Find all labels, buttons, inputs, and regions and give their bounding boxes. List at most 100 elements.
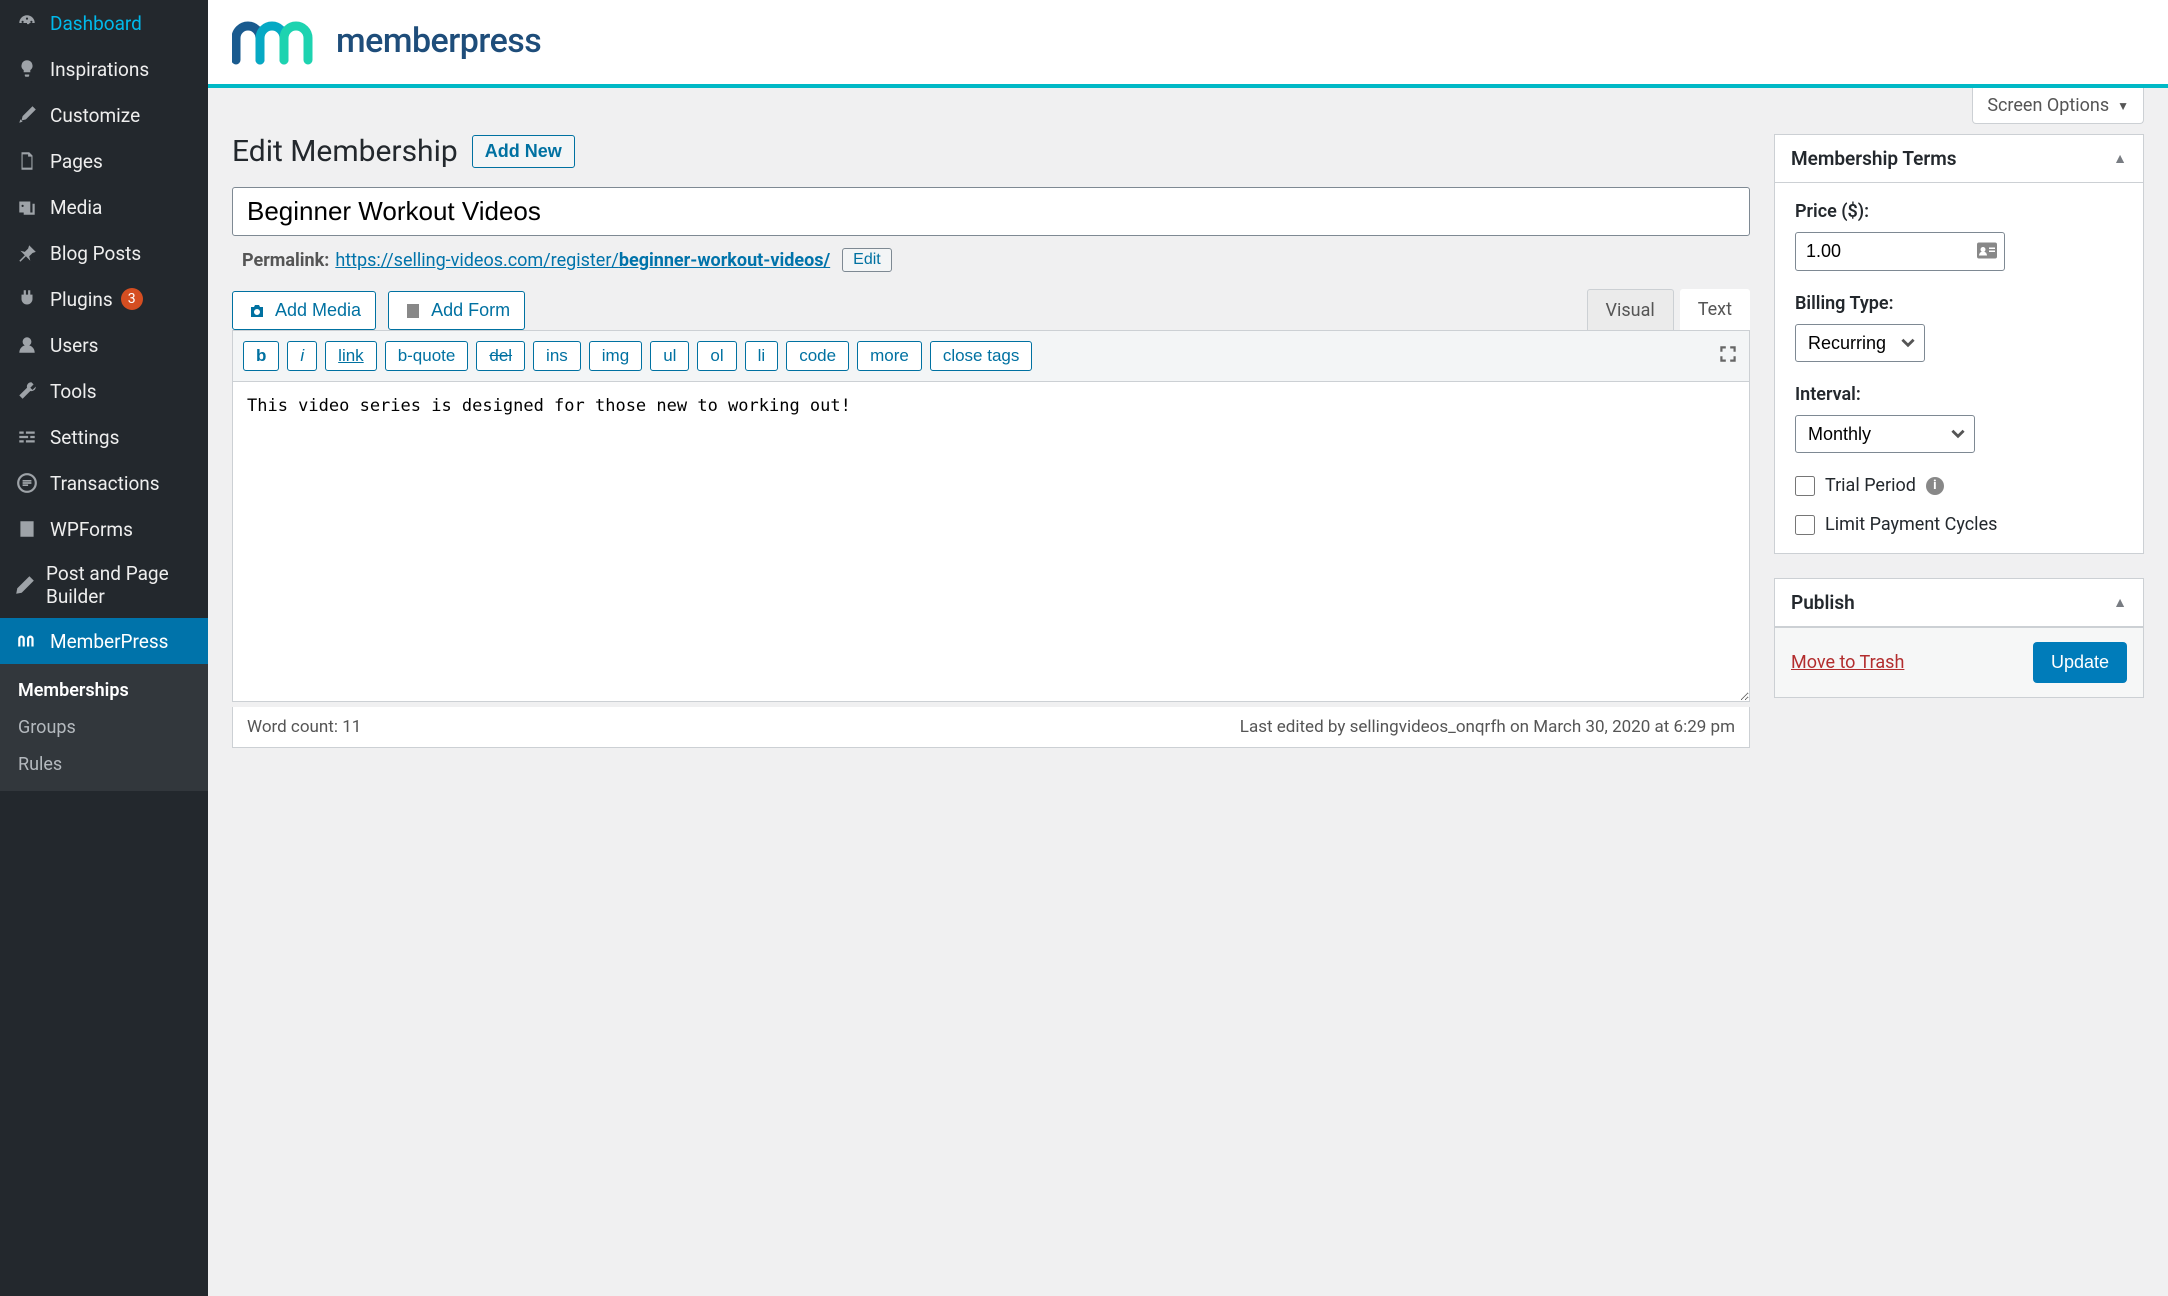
- qt-img[interactable]: img: [589, 341, 642, 371]
- memberpress-icon: [14, 628, 40, 654]
- billing-type-label: Billing Type:: [1795, 293, 2123, 314]
- sidebar-label: WPForms: [50, 518, 133, 541]
- lightbulb-icon: [14, 56, 40, 82]
- submenu-groups[interactable]: Groups: [0, 709, 208, 746]
- form-icon: [14, 516, 40, 542]
- content-editor[interactable]: This video series is designed for those …: [232, 382, 1750, 702]
- sidebar-label: Inspirations: [50, 58, 149, 81]
- sidebar-label: Dashboard: [50, 12, 142, 35]
- sidebar-item-blog-posts[interactable]: Blog Posts: [0, 230, 208, 276]
- membership-terms-heading: Membership Terms: [1791, 147, 1957, 170]
- dashboard-icon: [14, 10, 40, 36]
- sidebar-item-wpforms[interactable]: WPForms: [0, 506, 208, 552]
- sidebar-item-page-builder[interactable]: Post and Page Builder: [0, 552, 208, 618]
- trial-period-label: Trial Period: [1825, 475, 1916, 496]
- permalink-label: Permalink:: [242, 250, 329, 271]
- edit-permalink-button[interactable]: Edit: [842, 248, 892, 272]
- qt-ol[interactable]: ol: [697, 341, 736, 371]
- triangle-down-icon: ▼: [2117, 99, 2129, 113]
- sidebar-item-inspirations[interactable]: Inspirations: [0, 46, 208, 92]
- pencil-icon: [14, 572, 36, 598]
- collapse-toggle-icon[interactable]: ▲: [2113, 594, 2127, 611]
- limit-cycles-checkbox[interactable]: [1795, 515, 1815, 535]
- sidebar-label: Pages: [50, 150, 103, 173]
- wrench-icon: [14, 378, 40, 404]
- info-icon[interactable]: i: [1926, 477, 1944, 495]
- camera-icon: [247, 301, 267, 321]
- billing-type-select[interactable]: Recurring: [1795, 324, 1925, 362]
- pin-icon: [14, 240, 40, 266]
- address-card-icon: [1977, 240, 1997, 263]
- sidebar-item-tools[interactable]: Tools: [0, 368, 208, 414]
- sidebar-item-customize[interactable]: Customize: [0, 92, 208, 138]
- editor-tabs: Visual Text: [1587, 289, 1750, 331]
- membership-terms-box: Membership Terms ▲ Price ($): Billi: [1774, 134, 2144, 554]
- qt-li[interactable]: li: [745, 341, 779, 371]
- media-icon: [14, 194, 40, 220]
- qt-blockquote[interactable]: b-quote: [385, 341, 469, 371]
- sidebar-item-settings[interactable]: Settings: [0, 414, 208, 460]
- collapse-toggle-icon[interactable]: ▲: [2113, 150, 2127, 167]
- plug-icon: [14, 286, 40, 312]
- sidebar-label: Plugins: [50, 288, 113, 311]
- qt-bold[interactable]: b: [243, 341, 279, 371]
- form-icon: [403, 301, 423, 321]
- qt-del[interactable]: del: [476, 341, 525, 371]
- update-button[interactable]: Update: [2033, 642, 2127, 683]
- screen-options-toggle[interactable]: Screen Options▼: [1972, 88, 2144, 124]
- word-count: Word count: 11: [247, 717, 361, 737]
- qt-ins[interactable]: ins: [533, 341, 581, 371]
- sidebar-label: Settings: [50, 426, 119, 449]
- plugin-update-badge: 3: [121, 288, 143, 310]
- add-form-button[interactable]: Add Form: [388, 291, 525, 330]
- visual-tab[interactable]: Visual: [1587, 289, 1674, 331]
- admin-sidebar: Dashboard Inspirations Customize Pages M…: [0, 0, 208, 1296]
- membership-title-input[interactable]: [232, 187, 1750, 236]
- last-edited: Last edited by sellingvideos_onqrfh on M…: [1240, 717, 1735, 737]
- sidebar-label: Customize: [50, 104, 140, 127]
- publish-heading: Publish: [1791, 591, 1855, 614]
- sidebar-item-plugins[interactable]: Plugins 3: [0, 276, 208, 322]
- sidebar-item-media[interactable]: Media: [0, 184, 208, 230]
- qt-ul[interactable]: ul: [650, 341, 689, 371]
- pages-icon: [14, 148, 40, 174]
- sidebar-label: MemberPress: [50, 630, 168, 653]
- add-media-button[interactable]: Add Media: [232, 291, 376, 330]
- permalink-link[interactable]: https://selling-videos.com/register/begi…: [335, 250, 830, 271]
- qt-code[interactable]: code: [786, 341, 849, 371]
- sidebar-item-users[interactable]: Users: [0, 322, 208, 368]
- qt-more[interactable]: more: [857, 341, 922, 371]
- submenu-memberships[interactable]: Memberships: [0, 672, 208, 709]
- qt-close-tags[interactable]: close tags: [930, 341, 1033, 371]
- memberpress-logo-mark: [232, 16, 320, 66]
- qt-link[interactable]: link: [325, 341, 377, 371]
- sidebar-item-dashboard[interactable]: Dashboard: [0, 0, 208, 46]
- text-tab[interactable]: Text: [1680, 289, 1750, 331]
- trial-period-checkbox[interactable]: [1795, 476, 1815, 496]
- editor-status-bar: Word count: 11 Last edited by sellingvid…: [232, 707, 1750, 748]
- permalink-row: Permalink: https://selling-videos.com/re…: [232, 236, 1750, 288]
- sidebar-label: Blog Posts: [50, 242, 141, 265]
- fullscreen-icon[interactable]: [1717, 343, 1739, 370]
- user-icon: [14, 332, 40, 358]
- sidebar-item-pages[interactable]: Pages: [0, 138, 208, 184]
- plugin-banner: memberpress: [208, 0, 2168, 88]
- sidebar-item-transactions[interactable]: Transactions: [0, 460, 208, 506]
- price-input[interactable]: [1795, 232, 2005, 271]
- brush-icon: [14, 102, 40, 128]
- interval-select[interactable]: Monthly: [1795, 415, 1975, 453]
- page-heading: Edit Membership: [232, 134, 458, 169]
- sidebar-item-memberpress[interactable]: MemberPress: [0, 618, 208, 664]
- sidebar-label: Post and Page Builder: [46, 562, 194, 608]
- sidebar-submenu: Memberships Groups Rules: [0, 664, 208, 791]
- sidebar-label: Users: [50, 334, 98, 357]
- transactions-icon: [14, 470, 40, 496]
- sidebar-label: Transactions: [50, 472, 160, 495]
- qt-italic[interactable]: i: [287, 341, 317, 371]
- move-to-trash-link[interactable]: Move to Trash: [1791, 652, 1904, 673]
- quicktags-toolbar: b i link b-quote del ins img ul ol li co…: [232, 330, 1750, 382]
- sidebar-label: Tools: [50, 380, 97, 403]
- sidebar-label: Media: [50, 196, 102, 219]
- submenu-rules[interactable]: Rules: [0, 746, 208, 783]
- add-new-button[interactable]: Add New: [472, 135, 575, 168]
